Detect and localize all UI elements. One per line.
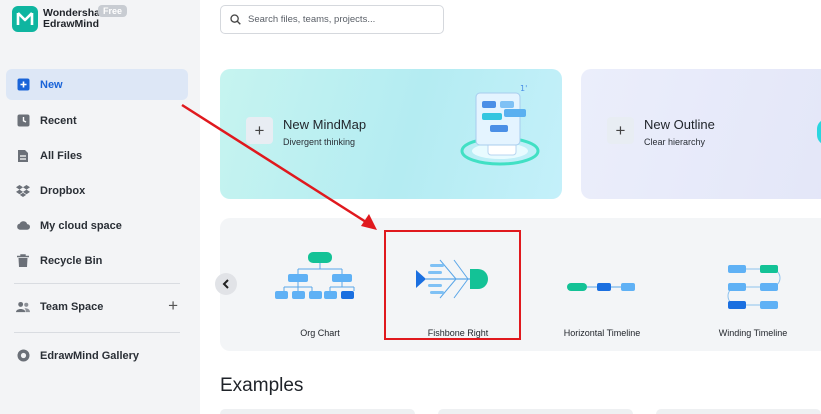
- add-team-button[interactable]: +: [168, 297, 178, 314]
- trash-icon: [16, 254, 30, 268]
- new-outline-card[interactable]: + New Outline Clear hierarchy: [581, 69, 821, 199]
- brand-line2: EdrawMind: [43, 18, 100, 30]
- brand[interactable]: Wondershare EdrawMind: [12, 6, 110, 32]
- plus-icon: +: [246, 117, 273, 144]
- card-title: New MindMap: [283, 117, 367, 132]
- sidebar-item-edrawmind-gallery[interactable]: EdrawMind Gallery: [6, 340, 188, 371]
- horizontal-timeline-icon: [567, 283, 635, 291]
- sidebar-item-new[interactable]: New: [6, 69, 188, 100]
- sidebar: Wondershare EdrawMind Free New Recent Al…: [0, 0, 200, 414]
- dropbox-icon: [16, 184, 30, 198]
- plus-icon: +: [607, 117, 634, 144]
- examples-heading: Examples: [220, 375, 304, 396]
- sidebar-item-my-cloud-space[interactable]: My cloud space: [6, 210, 188, 241]
- template-label: Winding Timeline: [718, 328, 788, 338]
- sidebar-item-dropbox[interactable]: Dropbox: [6, 175, 188, 206]
- svg-text:1': 1': [520, 84, 527, 93]
- sidebar-item-label: Team Space: [40, 300, 104, 313]
- sidebar-item-label: New: [40, 78, 63, 91]
- example-card[interactable]: [220, 409, 415, 414]
- plan-badge: Free: [98, 5, 128, 17]
- team-icon: [16, 300, 30, 314]
- new-mindmap-card[interactable]: + New MindMap Divergent thinking 1': [220, 69, 562, 199]
- template-horizontal-timeline[interactable]: Horizontal Timeline: [542, 232, 662, 342]
- template-label: Horizontal Timeline: [563, 328, 641, 338]
- main-content: Search files, teams, projects... + New M…: [200, 0, 821, 414]
- card-subtitle: Divergent thinking: [283, 137, 356, 147]
- sidebar-item-label: EdrawMind Gallery: [40, 349, 140, 362]
- card-subtitle: Clear hierarchy: [644, 137, 706, 147]
- new-file-icon: [16, 78, 30, 92]
- chevron-left-icon: [222, 279, 229, 289]
- sidebar-item-label: Dropbox: [40, 184, 86, 197]
- clock-icon: [16, 114, 30, 128]
- sidebar-item-team-space[interactable]: Team Space +: [6, 291, 188, 322]
- template-label: Org Chart: [300, 328, 340, 338]
- template-winding-timeline[interactable]: Winding Timeline: [693, 232, 813, 342]
- outline-illustration-icon: [817, 119, 821, 145]
- template-org-chart[interactable]: Org Chart: [260, 232, 380, 342]
- sidebar-item-label: Recycle Bin: [40, 254, 103, 267]
- example-card[interactable]: [438, 409, 633, 414]
- search-input[interactable]: Search files, teams, projects...: [220, 5, 444, 34]
- edrawmind-logo-icon: [12, 6, 38, 32]
- cloud-icon: [16, 219, 30, 233]
- winding-timeline-icon: [727, 265, 781, 309]
- file-icon: [16, 149, 30, 163]
- gallery-icon: [16, 349, 30, 363]
- card-title: New Outline: [644, 117, 715, 132]
- carousel-prev-button[interactable]: [215, 273, 237, 295]
- search-placeholder: Search files, teams, projects...: [248, 14, 376, 25]
- example-card[interactable]: [656, 409, 821, 414]
- search-icon: [230, 14, 241, 25]
- sidebar-item-label: Recent: [40, 114, 77, 127]
- divider: [14, 332, 180, 333]
- sidebar-item-all-files[interactable]: All Files: [6, 140, 188, 171]
- highlight-box: [384, 230, 521, 340]
- sidebar-item-recent[interactable]: Recent: [6, 105, 188, 136]
- org-chart-icon: [275, 252, 355, 299]
- sidebar-item-label: All Files: [40, 149, 83, 162]
- sidebar-item-label: My cloud space: [40, 219, 122, 232]
- sidebar-item-recycle-bin[interactable]: Recycle Bin: [6, 245, 188, 276]
- mindmap-illustration-icon: 1': [460, 84, 540, 166]
- divider: [14, 283, 180, 284]
